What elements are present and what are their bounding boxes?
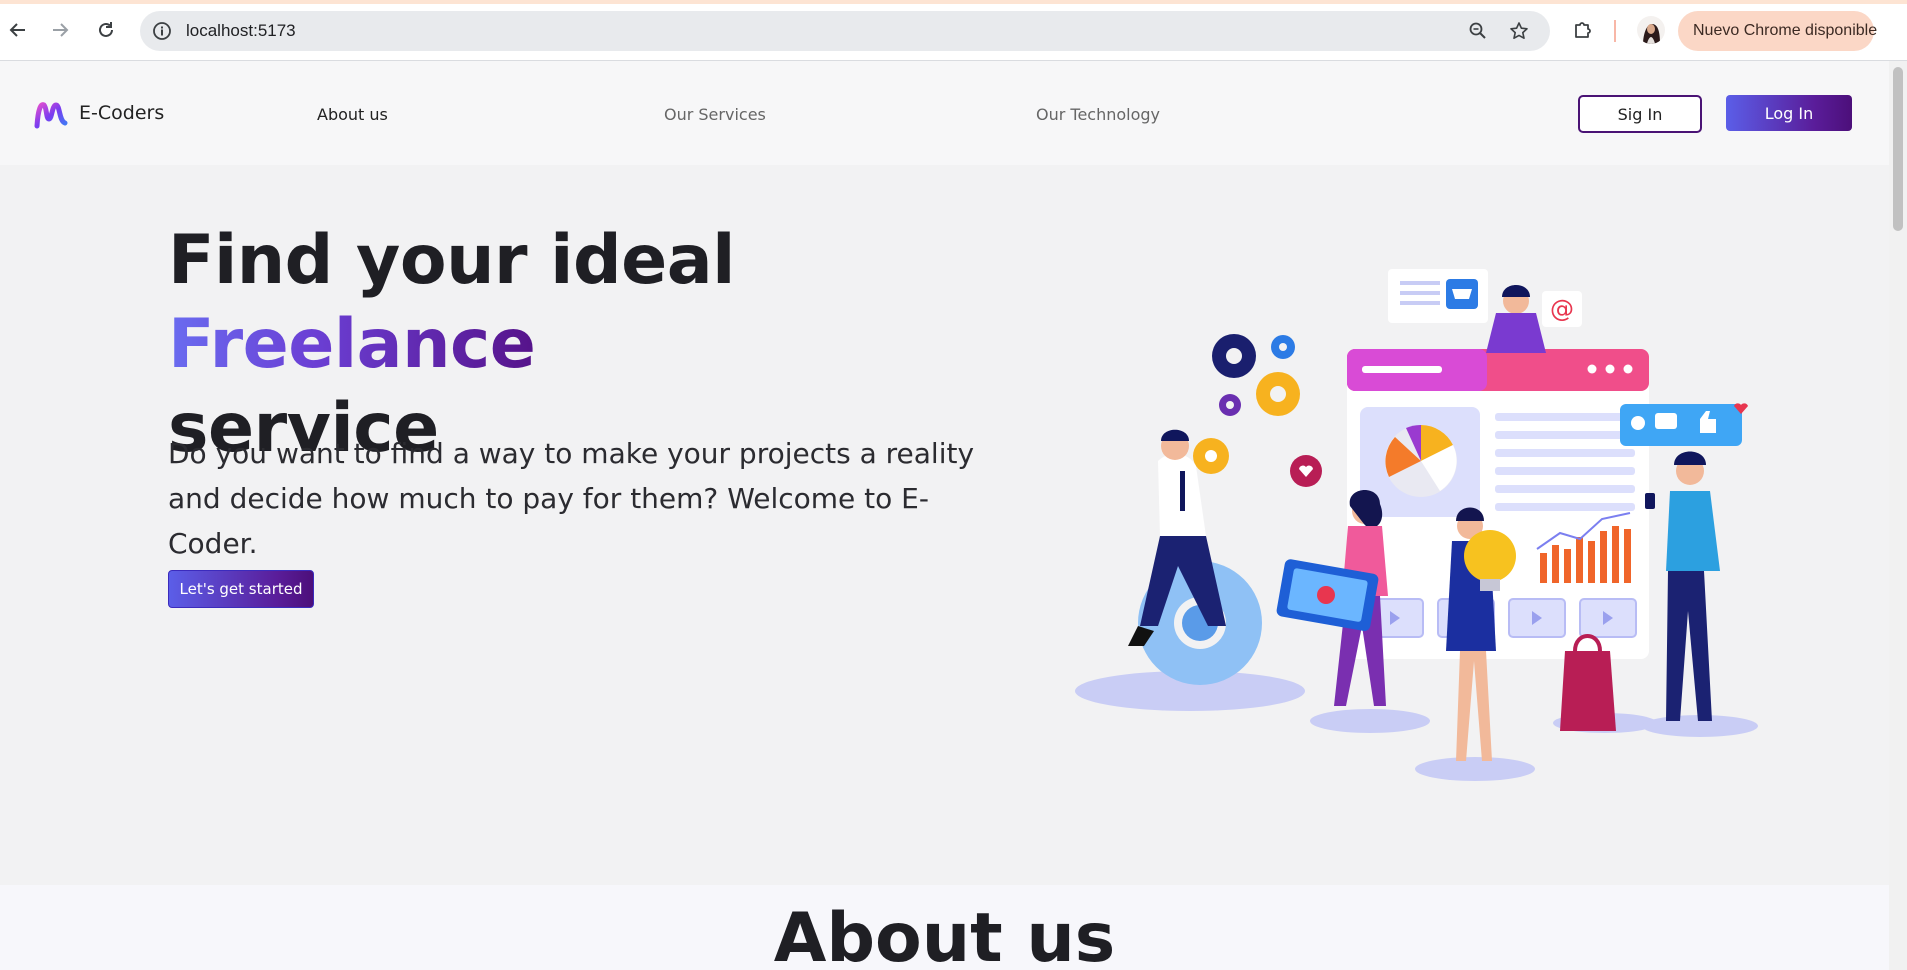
get-started-button[interactable]: Let's get started [168,570,314,608]
address-bar[interactable]: localhost:5173 [140,11,1550,51]
star-icon [1510,22,1528,39]
profile-avatar[interactable] [1637,16,1665,44]
browser-toolbar: localhost:5173 Nuevo Chrome disponible [0,0,1907,61]
nav-link-technology[interactable]: Our Technology [1036,105,1160,124]
log-in-button[interactable]: Log In [1726,95,1852,131]
arrow-left-icon [9,23,25,37]
update-label: Nuevo Chrome disponible [1693,22,1878,39]
extensions-button[interactable] [1567,14,1599,46]
sign-in-button[interactable]: Sig In [1578,95,1702,133]
ecoders-logo-icon[interactable] [34,99,68,129]
url-text[interactable]: localhost:5173 [186,21,296,41]
scrollbar-thumb[interactable] [1893,67,1903,231]
reload-button[interactable] [90,14,122,46]
zoom-button[interactable] [1464,17,1492,45]
info-icon [153,22,171,40]
zoom-icon [1469,22,1486,39]
puzzle-icon [1575,22,1591,38]
nav-link-services[interactable]: Our Services [664,105,766,124]
brand-name[interactable]: E-Coders [79,102,164,124]
about-title: About us [773,899,1116,970]
site-navbar: E-Coders About us Our Services Our Techn… [0,61,1889,165]
reload-icon [99,22,113,37]
freelance-team-illustration: @ [1075,269,1758,781]
hero-subtitle: Do you want to find a way to make your p… [168,437,975,560]
site-info-button[interactable] [148,17,176,45]
back-button[interactable] [2,14,34,46]
svg-text:@: @ [1550,295,1574,323]
forward-button[interactable] [44,14,76,46]
bookmark-button[interactable] [1505,17,1533,45]
profile-photo-icon [1637,16,1665,44]
web-page: E-Coders About us Our Services Our Techn… [0,61,1889,970]
arrow-right-icon [53,23,69,37]
page-scrollbar[interactable] [1889,61,1907,970]
tab-strip-edge [0,0,1907,4]
hero-title-accent: Freelance [168,305,536,384]
hero-title-prefix: Find your ideal [168,221,735,300]
toolbar-separator [1614,20,1616,42]
nav-link-about[interactable]: About us [317,105,388,124]
chrome-update-button[interactable]: Nuevo Chrome disponible [1678,11,1878,51]
